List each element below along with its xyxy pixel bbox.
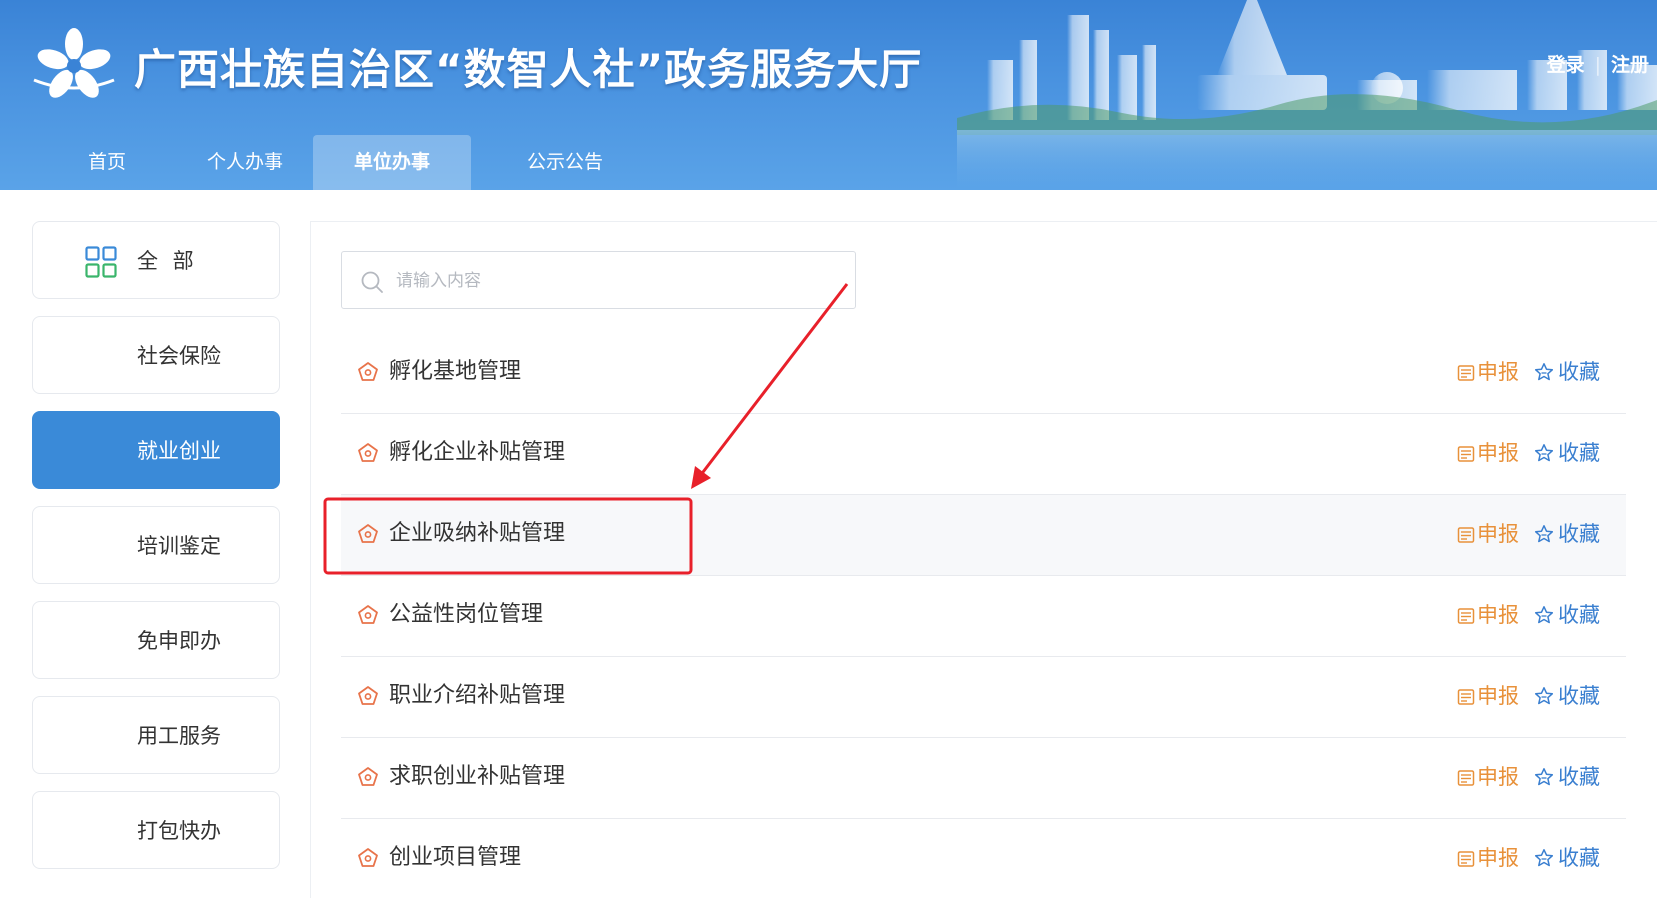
star-icon [1534, 768, 1554, 786]
register-link[interactable]: 注册 [1611, 50, 1657, 77]
sidebar-item-bundle-services[interactable]: 打包快办 [32, 791, 280, 869]
service-row[interactable]: 公益性岗位管理 申报 收藏 [341, 576, 1626, 657]
star-icon [1534, 525, 1554, 543]
apply-label: 申报 [1477, 441, 1519, 465]
pentagon-icon [358, 362, 378, 381]
service-row[interactable]: 职业介绍补贴管理 申报 收藏 [341, 657, 1626, 738]
favorite-button[interactable]: 收藏 [1534, 819, 1600, 897]
sidebar-item-label: 就业创业 [137, 439, 221, 463]
favorite-button[interactable]: 收藏 [1534, 576, 1600, 654]
favorite-label: 收藏 [1558, 684, 1600, 708]
service-row[interactable]: 孵化企业补贴管理 申报 收藏 [341, 414, 1626, 495]
site-title: 广西壮族自治区“数智人社”政务服务大厅 [134, 45, 923, 94]
service-name[interactable]: 创业项目管理 [389, 819, 521, 897]
service-name[interactable]: 孵化基地管理 [389, 333, 521, 411]
auth-links: 登录 | 注册 [1547, 50, 1657, 77]
nav-announcements[interactable]: 公示公告 [520, 135, 610, 190]
favorite-button[interactable]: 收藏 [1534, 414, 1600, 492]
favorite-button[interactable]: 收藏 [1534, 495, 1600, 573]
favorite-label: 收藏 [1558, 846, 1600, 870]
star-icon [1534, 849, 1554, 867]
apply-label: 申报 [1477, 360, 1519, 384]
site-logo [33, 28, 115, 98]
service-name[interactable]: 求职创业补贴管理 [389, 738, 565, 816]
nav-organization[interactable]: 单位办事 [313, 135, 471, 190]
sidebar-item-employment[interactable]: 就业创业 [32, 411, 280, 489]
sidebar-item-label: 社会保险 [137, 344, 221, 368]
sidebar-item-all[interactable]: 全 部 [32, 221, 280, 299]
apply-label: 申报 [1477, 522, 1519, 546]
auth-separator: | [1594, 54, 1601, 76]
apply-label: 申报 [1477, 765, 1519, 789]
form-icon [1457, 527, 1475, 543]
pentagon-icon [358, 524, 378, 543]
favorite-label: 收藏 [1558, 441, 1600, 465]
sidebar-item-hiring-services[interactable]: 用工服务 [32, 696, 280, 774]
favorite-label: 收藏 [1558, 765, 1600, 789]
sidebar-item-social-insurance[interactable]: 社会保险 [32, 316, 280, 394]
form-icon [1457, 365, 1475, 381]
apply-button[interactable]: 申报 [1457, 738, 1519, 816]
favorite-button[interactable]: 收藏 [1534, 333, 1600, 411]
apply-button[interactable]: 申报 [1457, 657, 1519, 735]
grid-icon [85, 246, 117, 278]
header-banner: 广西壮族自治区“数智人社”政务服务大厅 登录 | 注册 首页 个人办事 单位办事 公… [0, 0, 1657, 190]
pentagon-icon [358, 848, 378, 867]
star-icon [1534, 606, 1554, 624]
sidebar-item-label: 培训鉴定 [137, 534, 221, 558]
sidebar-item-label: 用工服务 [137, 724, 221, 748]
apply-button[interactable]: 申报 [1457, 495, 1519, 573]
sidebar-item-label: 全 部 [137, 249, 198, 273]
favorite-label: 收藏 [1558, 522, 1600, 546]
service-row[interactable]: 孵化基地管理 申报 收藏 [341, 333, 1626, 414]
form-icon [1457, 689, 1475, 705]
search-box [341, 251, 856, 309]
favorite-label: 收藏 [1558, 360, 1600, 384]
city-skyline-illustration [957, 0, 1657, 190]
favorite-button[interactable]: 收藏 [1534, 738, 1600, 816]
favorite-label: 收藏 [1558, 603, 1600, 627]
sidebar-item-label: 打包快办 [137, 819, 221, 843]
apply-button[interactable]: 申报 [1457, 414, 1519, 492]
pentagon-icon [358, 605, 378, 624]
favorite-button[interactable]: 收藏 [1534, 657, 1600, 735]
apply-button[interactable]: 申报 [1457, 819, 1519, 897]
nav-home[interactable]: 首页 [72, 135, 142, 190]
service-row[interactable]: 求职创业补贴管理 申报 收藏 [341, 738, 1626, 819]
page: 广西壮族自治区“数智人社”政务服务大厅 登录 | 注册 首页 个人办事 单位办事 公… [0, 0, 1657, 898]
sidebar-item-no-application[interactable]: 免申即办 [32, 601, 280, 679]
pentagon-icon [358, 443, 378, 462]
service-row[interactable]: 创业项目管理 申报 收藏 [341, 819, 1626, 898]
form-icon [1457, 770, 1475, 786]
apply-label: 申报 [1477, 846, 1519, 870]
nav-personal[interactable]: 个人办事 [200, 135, 290, 190]
apply-button[interactable]: 申报 [1457, 576, 1519, 654]
star-icon [1534, 687, 1554, 705]
apply-button[interactable]: 申报 [1457, 333, 1519, 411]
service-name[interactable]: 公益性岗位管理 [389, 576, 543, 654]
search-input[interactable] [396, 266, 836, 296]
sidebar-item-label: 免申即办 [137, 629, 221, 653]
pentagon-icon [358, 767, 378, 786]
form-icon [1457, 608, 1475, 624]
login-link[interactable]: 登录 [1547, 54, 1585, 76]
search-icon [361, 271, 383, 293]
service-name[interactable]: 职业介绍补贴管理 [389, 657, 565, 735]
service-row[interactable]: 企业吸纳补贴管理 申报 收藏 [341, 495, 1626, 576]
pentagon-icon [358, 686, 378, 705]
apply-label: 申报 [1477, 603, 1519, 627]
service-name[interactable]: 企业吸纳补贴管理 [389, 495, 565, 573]
apply-label: 申报 [1477, 684, 1519, 708]
service-name[interactable]: 孵化企业补贴管理 [389, 414, 565, 492]
form-icon [1457, 446, 1475, 462]
star-icon [1534, 363, 1554, 381]
sidebar-item-training[interactable]: 培训鉴定 [32, 506, 280, 584]
star-icon [1534, 444, 1554, 462]
form-icon [1457, 851, 1475, 867]
